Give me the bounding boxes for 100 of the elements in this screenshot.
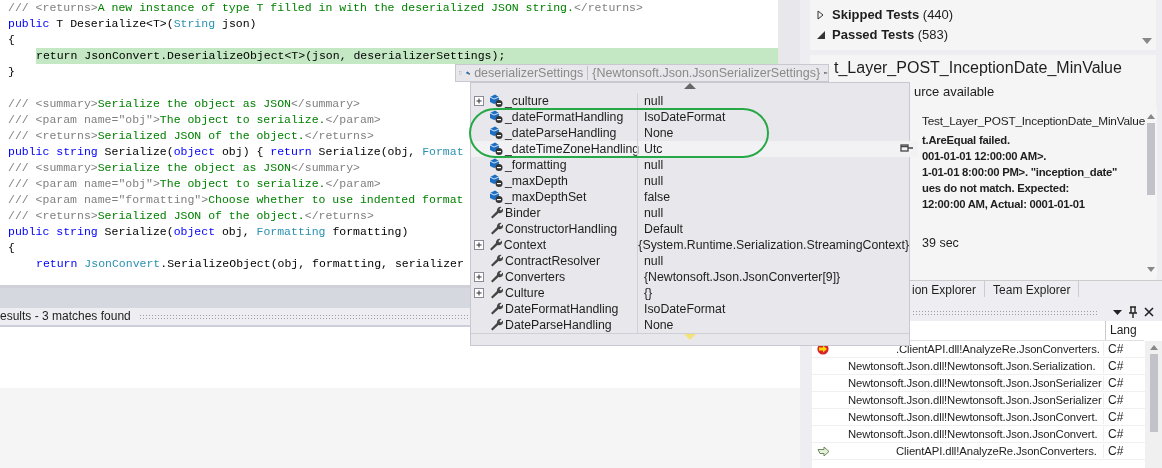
wrench-icon <box>488 238 502 252</box>
wrench-icon <box>489 222 503 236</box>
member-value[interactable]: {System.Runtime.Serialization.StreamingContext} <box>634 237 909 252</box>
code-line: public string Serialize(object obj) { return Serialize(obj, Format <box>7 144 464 160</box>
test-name: Test_Layer_POST_InceptionDate_MinValue <box>922 114 1145 130</box>
field-icon <box>489 94 503 108</box>
collapse-triangle-icon[interactable] <box>816 29 826 40</box>
expand-icon[interactable] <box>474 287 484 298</box>
member-name: ConstructorHandling <box>505 221 619 236</box>
table-cell-text: Newtonsoft.Json.dll!Newtonsoft.Json.JsonSerializer <box>847 394 1103 406</box>
member-name: _dateTimeZoneHandling <box>505 141 640 156</box>
member-value[interactable]: IsoDateFormat <box>640 109 726 124</box>
variable-name: deserializerSettings <box>474 66 584 80</box>
error-message-line: 001-01-01 12:00:00 AM>. <box>922 150 1048 164</box>
table-cell-text: Newtonsoft.Json.dll!Newtonsoft.Json.JsonSerializer <box>847 377 1103 389</box>
member-value[interactable]: null <box>640 205 664 220</box>
wrench-icon <box>489 270 503 284</box>
member-name: _culture <box>505 93 550 108</box>
code-line: } <box>7 64 15 80</box>
elapsed-time: 39 sec <box>922 236 960 250</box>
error-message-line: 12:00:00 AM, Actual: 0001-01-01 <box>922 198 1086 212</box>
table-cell-text: Newtonsoft.Json.dll!Newtonsoft.Json.JsonConvert. <box>847 428 1099 440</box>
dropdown-icon[interactable] <box>1113 309 1122 315</box>
field-icon <box>489 174 503 188</box>
code-line: /// <param name="obj">The object to serialize.</param> <box>7 176 381 192</box>
table-cell-text: .ClientAPI.dll!AnalyzeRe.JsonConverters. <box>895 343 1101 355</box>
error-message-line: ues do not match. Expected: <box>922 182 1071 196</box>
wrench-icon <box>489 302 503 316</box>
scroll-up-icon[interactable] <box>1147 114 1155 119</box>
scroll-down-icon[interactable] <box>1142 38 1152 44</box>
code-line: /// <param name="formatting">Choose whether to use indented format <box>7 192 464 208</box>
test-name-title: t_Layer_POST_InceptionDate_MinValue <box>834 59 1122 77</box>
member-value[interactable]: null <box>640 93 664 108</box>
code-line: /// <summary>Serialize the object as JSON</summary> <box>7 160 360 176</box>
table-cell: C# <box>1103 427 1132 441</box>
variable-type: {Newtonsoft.Json.JsonSerializerSettings} <box>592 66 821 80</box>
member-value[interactable]: null <box>640 253 664 268</box>
error-message-line: 1-01-01 8:00:00 PM>. "inception_date" <box>922 166 1119 180</box>
column-header[interactable]: Lang <box>1105 321 1144 340</box>
field-icon <box>489 158 503 172</box>
error-message-line: t.AreEqual failed. <box>922 134 1011 148</box>
field-icon <box>489 142 503 156</box>
member-value[interactable]: null <box>640 157 664 172</box>
member-name: _dateParseHandling <box>505 125 618 140</box>
expand-triangle-icon[interactable] <box>816 9 826 20</box>
close-icon[interactable] <box>1144 307 1154 317</box>
table-cell-text: Newtonsoft.Json.dll!Newtonsoft.Json.Serialization. <box>847 360 1097 372</box>
expand-icon[interactable] <box>473 239 484 250</box>
scroll-down-icon[interactable] <box>1147 267 1155 272</box>
code-line: /// <returns>Serialized JSON of the object.</returns> <box>7 208 374 224</box>
field-icon <box>489 126 503 140</box>
wrench-icon <box>489 206 503 220</box>
member-name: _dateFormatHandling <box>505 109 625 124</box>
member-name: _formatting <box>505 157 568 172</box>
member-value[interactable]: IsoDateFormat <box>640 301 726 316</box>
member-name: Converters <box>505 269 567 284</box>
test-group[interactable]: Skipped Tests (440) <box>810 6 1156 23</box>
member-value[interactable]: None <box>640 317 674 332</box>
code-line: public string Serialize(object obj, Formatting formatting) <box>7 224 409 240</box>
tab[interactable]: Team Explorer <box>985 281 1080 297</box>
expand-icon[interactable] <box>474 95 484 106</box>
member-name: Culture <box>505 285 546 300</box>
code-line: public T Deserialize<T>(String json) <box>7 16 257 32</box>
field-icon <box>489 190 503 204</box>
expand-icon[interactable] <box>474 271 484 282</box>
table-cell-text: ClientAPI.dll!AnalyzeRe.JsonConverters. <box>895 445 1098 457</box>
table-cell: C# <box>1103 342 1132 356</box>
code-line: /// <summary>Serialize the object as JSON</summary> <box>7 96 360 112</box>
code-line: { <box>7 240 15 256</box>
code-line: /// <returns>A new instance of type T filled in with the deserialized JSON string.</returns> <box>7 0 643 16</box>
member-name: DateFormatHandling <box>505 301 620 316</box>
member-value[interactable]: {} <box>640 285 653 300</box>
member-value[interactable]: false <box>640 189 670 204</box>
table-cell-text: Newtonsoft.Json.dll!Newtonsoft.Json.JsonConvert. <box>847 411 1099 423</box>
member-name: Binder <box>505 205 542 220</box>
caller-arrow-icon <box>816 445 830 457</box>
code-line: /// <param name="obj">The object to serialize.</param> <box>7 112 381 128</box>
member-name: _maxDepth <box>505 173 569 188</box>
member-value[interactable]: null <box>640 173 664 188</box>
member-value[interactable]: {Newtonsoft.Json.JsonConverter[9]} <box>640 269 841 284</box>
wrench-icon <box>489 318 503 332</box>
table-cell: C# <box>1103 410 1132 424</box>
test-group[interactable]: Passed Tests (583) <box>810 26 1156 43</box>
code-line: /// <returns>Serialized JSON of the object.</returns> <box>7 128 374 144</box>
table-cell: C# <box>1103 393 1132 407</box>
scroll-up-icon[interactable] <box>1149 345 1158 350</box>
code-line: return JsonConvert.SerializeObject(obj, formatting, serializer <box>35 256 464 272</box>
member-name: DateParseHandling <box>505 317 613 332</box>
table-cell: C# <box>1103 444 1132 458</box>
code-line: { <box>7 32 15 48</box>
table-cell: C# <box>1103 359 1132 373</box>
member-name: Context <box>503 237 548 252</box>
member-name: ContractResolver <box>505 253 601 268</box>
member-value[interactable]: None <box>640 125 674 140</box>
scrollbar[interactable] <box>1145 341 1162 468</box>
member-value[interactable]: Utc <box>640 141 663 156</box>
field-icon <box>489 110 503 124</box>
wrench-icon <box>489 254 503 268</box>
panel-title: esults - 3 matches found <box>0 309 131 323</box>
member-value[interactable]: Default <box>640 221 683 236</box>
